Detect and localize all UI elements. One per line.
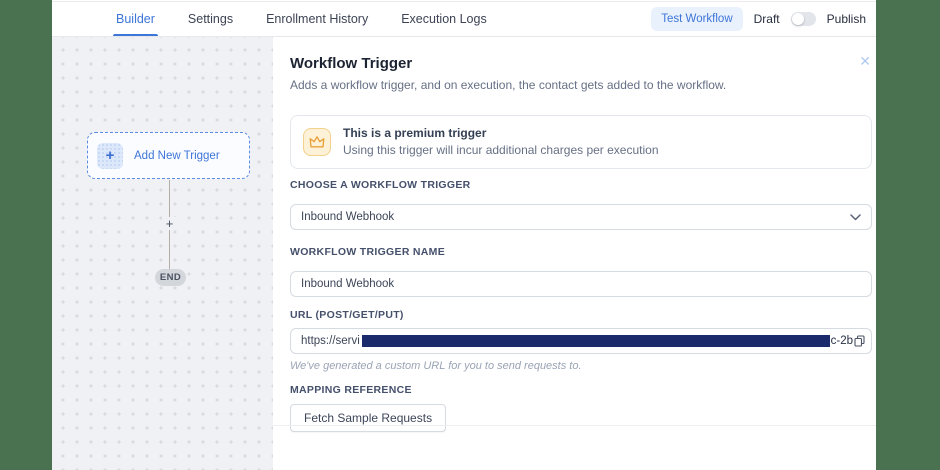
top-navigation-bar: Builder Settings Enrollment History Exec… [52,2,876,37]
url-prefix-text: https://servi [301,335,360,347]
premium-trigger-banner: This is a premium trigger Using this tri… [290,115,872,169]
panel-bottom-divider [273,425,876,426]
panel-subtitle: Adds a workflow trigger, and on executio… [290,78,727,92]
close-icon[interactable]: ✕ [859,54,871,68]
panel-title: Workflow Trigger [290,55,413,72]
panel-header: Workflow Trigger ✕ [290,54,872,72]
tab-bar: Builder Settings Enrollment History Exec… [113,2,487,36]
trigger-name-value: Inbound Webhook [301,278,395,290]
add-step-plus-icon[interactable]: + [162,217,177,230]
tab-execution-logs[interactable]: Execution Logs [401,2,486,36]
copy-icon[interactable] [854,335,865,347]
premium-banner-title: This is a premium trigger [343,126,487,140]
chevron-down-icon [850,213,861,221]
main-content: + Add New Trigger + END Workflow Trigger… [52,37,876,470]
premium-banner-text: This is a premium trigger Using this tri… [343,126,659,158]
tab-enrollment-history[interactable]: Enrollment History [266,2,368,36]
fetch-sample-requests-button[interactable]: Fetch Sample Requests [290,404,447,432]
publish-toggle[interactable] [790,12,816,26]
mapping-reference-label: MAPPING REFERENCE [290,384,412,396]
plus-icon: + [97,142,123,169]
test-workflow-button[interactable]: Test Workflow [651,7,743,31]
publish-label: Publish [826,12,866,26]
trigger-config-panel: Workflow Trigger ✕ Adds a workflow trigg… [273,37,876,470]
trigger-name-input[interactable]: Inbound Webhook [290,271,872,297]
choose-trigger-label: CHOOSE A WORKFLOW TRIGGER [290,179,471,191]
premium-banner-subtitle: Using this trigger will incur additional… [343,143,659,157]
tab-settings[interactable]: Settings [188,2,233,36]
trigger-type-select[interactable]: Inbound Webhook [290,204,872,230]
url-redaction-bar [361,335,830,347]
tab-builder[interactable]: Builder [113,2,158,36]
end-node: END [155,269,186,286]
header-actions: Test Workflow Draft Publish [651,2,866,36]
trigger-type-value: Inbound Webhook [301,211,395,223]
trigger-name-label: WORKFLOW TRIGGER NAME [290,246,446,258]
workflow-canvas[interactable]: + Add New Trigger + END [52,37,273,470]
url-helper-text: We've generated a custom URL for you to … [290,360,582,372]
add-new-trigger-label: Add New Trigger [134,149,220,162]
url-label: URL (POST/GET/PUT) [290,309,404,321]
webhook-url-input[interactable]: https://servi c-2b [290,328,872,354]
crown-icon [303,128,331,156]
url-suffix-text: c-2b [830,335,853,347]
toggle-knob [791,13,804,25]
workflow-builder-window: Builder Settings Enrollment History Exec… [52,0,876,470]
draft-label: Draft [753,12,780,26]
add-new-trigger-button[interactable]: + Add New Trigger [87,132,250,179]
